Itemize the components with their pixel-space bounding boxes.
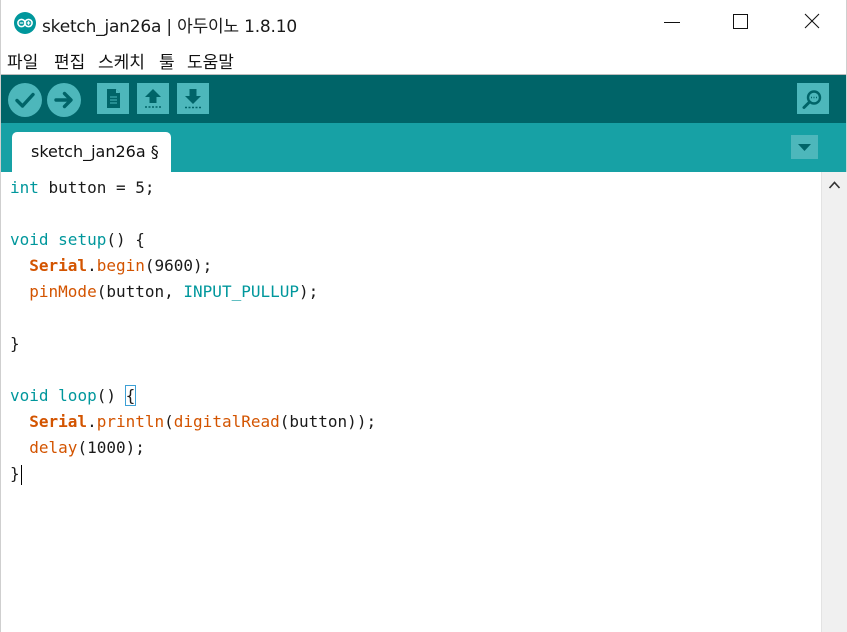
code-token: ( — [164, 412, 174, 431]
code-token: void — [10, 386, 49, 405]
code-token: INPUT_PULLUP — [183, 282, 299, 301]
code-token: { — [124, 385, 137, 406]
arduino-logo-icon — [14, 12, 36, 34]
toolbar — [1, 75, 846, 123]
maximize-icon — [733, 14, 748, 29]
code-line: Serial.println(digitalRead(button)); — [10, 409, 376, 435]
code-token: } — [10, 334, 20, 353]
save-sketch-button[interactable] — [177, 83, 209, 114]
code-token: (9600); — [144, 256, 213, 275]
code-token: setup — [58, 230, 107, 249]
code-line: Serial.begin(9600); — [10, 253, 212, 279]
open-icon — [145, 89, 161, 108]
code-token: } — [10, 464, 20, 483]
code-token: () — [96, 386, 126, 405]
chevron-up-icon[interactable] — [828, 180, 841, 190]
code-token: delay — [29, 438, 78, 457]
menu-file[interactable]: 파일 — [7, 48, 38, 73]
code-line: } — [10, 331, 20, 357]
tab-menu-button[interactable] — [791, 135, 818, 159]
save-icon — [185, 89, 201, 109]
minimize-button[interactable] — [638, 0, 706, 44]
code-token: . — [87, 256, 97, 275]
open-sketch-button[interactable] — [137, 83, 169, 114]
text-cursor — [20, 464, 22, 485]
code-token: println — [96, 412, 165, 431]
code-token: begin — [96, 256, 145, 275]
close-icon — [804, 13, 820, 29]
code-token: Serial — [29, 412, 88, 431]
code-token: (button)); — [279, 412, 377, 431]
code-token: digitalRead — [173, 412, 280, 431]
menu-tools[interactable]: 툴 — [159, 48, 175, 73]
code-line: void setup() { — [10, 227, 145, 253]
upload-icon — [54, 91, 73, 109]
new-icon — [107, 89, 120, 108]
window-title: sketch_jan26a | 아두이노 1.8.10 — [42, 17, 297, 37]
code-token: (button, — [96, 282, 184, 301]
menu-help[interactable]: 도움말 — [187, 48, 234, 73]
code-token: . — [87, 412, 97, 431]
minimize-icon — [664, 22, 680, 23]
verify-button[interactable] — [8, 83, 42, 117]
menu-edit[interactable]: 편집 — [54, 48, 85, 73]
code-token: pinMode — [29, 282, 97, 301]
arduino-ide-window: sketch_jan26a | 아두이노 1.8.10 파일 편집 스케치 툴 … — [0, 0, 847, 632]
maximize-button[interactable] — [706, 0, 774, 44]
code-line: void loop() { — [10, 383, 137, 409]
menu-sketch[interactable]: 스케치 — [98, 48, 145, 73]
code-line: pinMode(button, INPUT_PULLUP); — [10, 279, 318, 305]
code-token: button = 5; — [38, 178, 155, 197]
chevron-down-icon — [798, 144, 811, 151]
code-token: int — [10, 178, 39, 197]
close-button[interactable] — [778, 0, 846, 44]
code-token: ); — [299, 282, 319, 301]
menu-bar: 파일 편집 스케치 툴 도움말 — [1, 44, 846, 75]
title-bar: sketch_jan26a | 아두이노 1.8.10 — [1, 0, 846, 44]
code-token: loop — [58, 386, 97, 405]
serial-monitor-button[interactable] — [797, 83, 829, 114]
code-token: (1000); — [77, 438, 145, 457]
code-token: Serial — [29, 256, 88, 275]
code-line: } — [10, 461, 22, 487]
tab-strip: sketch_jan26a § — [1, 123, 846, 172]
code-line: int button = 5; — [10, 175, 155, 201]
vertical-scrollbar[interactable] — [821, 172, 847, 632]
code-token: () { — [106, 230, 145, 249]
new-sketch-button[interactable] — [97, 83, 129, 114]
tab-sketch-label: sketch_jan26a § — [31, 142, 159, 161]
upload-button[interactable] — [47, 83, 81, 117]
serial-monitor-icon — [802, 90, 822, 109]
verify-icon — [15, 92, 35, 108]
code-editor[interactable]: int button = 5; void setup() { Serial.beg… — [2, 172, 820, 632]
code-line: delay(1000); — [10, 435, 145, 461]
tab-sketch[interactable]: sketch_jan26a § — [12, 132, 171, 172]
code-token: void — [10, 230, 49, 249]
